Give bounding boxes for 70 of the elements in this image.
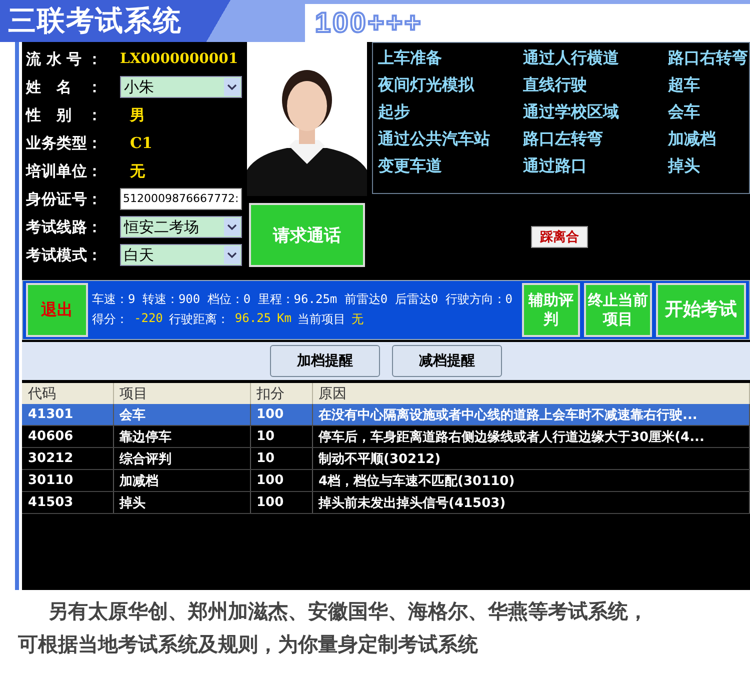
field-value: 男 — [128, 106, 145, 124]
table-cell: 30110 — [22, 470, 113, 492]
table-cell: 掉头前未发出掉头信号(41503) — [312, 492, 750, 514]
banner-text: 100+++ — [315, 7, 423, 39]
field-label: 流水号： — [26, 50, 102, 68]
table-cell: 41503 — [22, 492, 113, 514]
dropdown-field[interactable]: 小朱 — [120, 76, 242, 98]
table-cell: 10 — [250, 426, 312, 448]
column-header[interactable]: 代码 — [22, 383, 113, 404]
table-cell: 综合评判 — [113, 448, 250, 470]
summary-value: 无 — [351, 310, 364, 328]
column-header[interactable]: 项目 — [113, 383, 250, 404]
field-label: 性别： — [26, 106, 102, 124]
summary-label: 当前项目 — [297, 310, 346, 328]
table-cell: 靠边停车 — [113, 426, 250, 448]
exam-item[interactable]: 起步 — [378, 102, 523, 129]
app-title: 三联考试系统 — [8, 3, 182, 39]
column-header[interactable]: 扣分 — [250, 383, 312, 404]
exam-item[interactable]: 加减档 — [668, 129, 749, 156]
table-cell: 加减档 — [113, 470, 250, 492]
table-cell: 停车后，车身距离道路右侧边缘线或者人行道边缘大于30厘米(4... — [312, 426, 750, 448]
exam-item[interactable]: 直线行驶 — [523, 75, 668, 102]
exam-item[interactable]: 变更车道 — [378, 156, 523, 183]
summary-value: Km — [277, 310, 292, 327]
summary-value: -220 — [134, 310, 163, 327]
table-cell: 40606 — [22, 426, 113, 448]
summary-label: 得分： — [92, 310, 128, 328]
field-label: 业务类型： — [26, 134, 102, 152]
field-value: LX0000000001 — [120, 51, 238, 67]
table-cell: 100 — [250, 404, 312, 426]
table-cell: 制动不平顺(30212) — [312, 448, 750, 470]
dropdown-field[interactable]: 恒安二考场 — [120, 216, 242, 238]
table-cell: 41301 — [22, 404, 113, 426]
input-field[interactable]: 5120009876667772: — [120, 188, 242, 210]
table-cell: 10 — [250, 448, 312, 470]
summary-value: 96.25 — [234, 310, 272, 327]
exam-item[interactable]: 路口左转弯 — [523, 129, 668, 156]
exam-item[interactable]: 超车 — [668, 75, 749, 102]
exam-item[interactable]: 掉头 — [668, 156, 749, 183]
caption-text: 另有太原华创、郑州加滋杰、安徽国华、海格尔、华燕等考试系统， — [47, 598, 649, 625]
exam-item[interactable]: 会车 — [668, 102, 749, 129]
table-cell: 30212 — [22, 448, 113, 470]
table-cell: 掉头 — [113, 492, 250, 514]
exam-item[interactable]: 路口右转弯 — [668, 48, 749, 75]
field-label: 姓名： — [26, 78, 102, 96]
exam-item[interactable]: 通过人行横道 — [523, 48, 668, 75]
summary-label: 行驶距离： — [168, 310, 229, 328]
exam-item[interactable]: 通过公共汽车站 — [378, 129, 523, 156]
field-label: 培训单位： — [26, 162, 102, 180]
exam-item[interactable]: 通过路口 — [523, 156, 668, 183]
table-cell: 会车 — [113, 404, 250, 426]
field-label: 身份证号： — [26, 190, 102, 208]
exam-item[interactable]: 通过学校区域 — [523, 102, 668, 129]
column-header[interactable]: 原因 — [312, 383, 750, 404]
dropdown-field[interactable]: 白天 — [120, 244, 242, 266]
field-value: C1 — [129, 134, 152, 152]
table-cell: 100 — [250, 492, 312, 514]
gear-remind-button[interactable]: 加档提醒 — [270, 345, 380, 377]
table-cell: 在没有中心隔离设施或者中心线的道路上会车时不减速靠右行驶... — [312, 404, 750, 426]
caption-text: 可根据当地考试系统及规则，为你量身定制考试系统 — [18, 631, 479, 658]
exam-item[interactable]: 夜间灯光模拟 — [378, 75, 523, 102]
table-cell: 4档，档位与车速不匹配(30110) — [312, 470, 750, 492]
field-value: 无 — [128, 162, 145, 180]
field-label: 考试模式： — [26, 246, 102, 264]
exam-item[interactable]: 上车准备 — [378, 48, 523, 75]
gear-remind-button[interactable]: 减档提醒 — [392, 345, 502, 377]
clutch-indicator: 踩离合 — [531, 226, 588, 248]
field-label: 考试线路： — [26, 218, 102, 236]
vehicle-readings: 车速：9 转速：900 档位：0 里程：96.25m 前雷达0 后雷达0 行驶方向：0 — [92, 292, 514, 307]
table-cell: 100 — [250, 470, 312, 492]
